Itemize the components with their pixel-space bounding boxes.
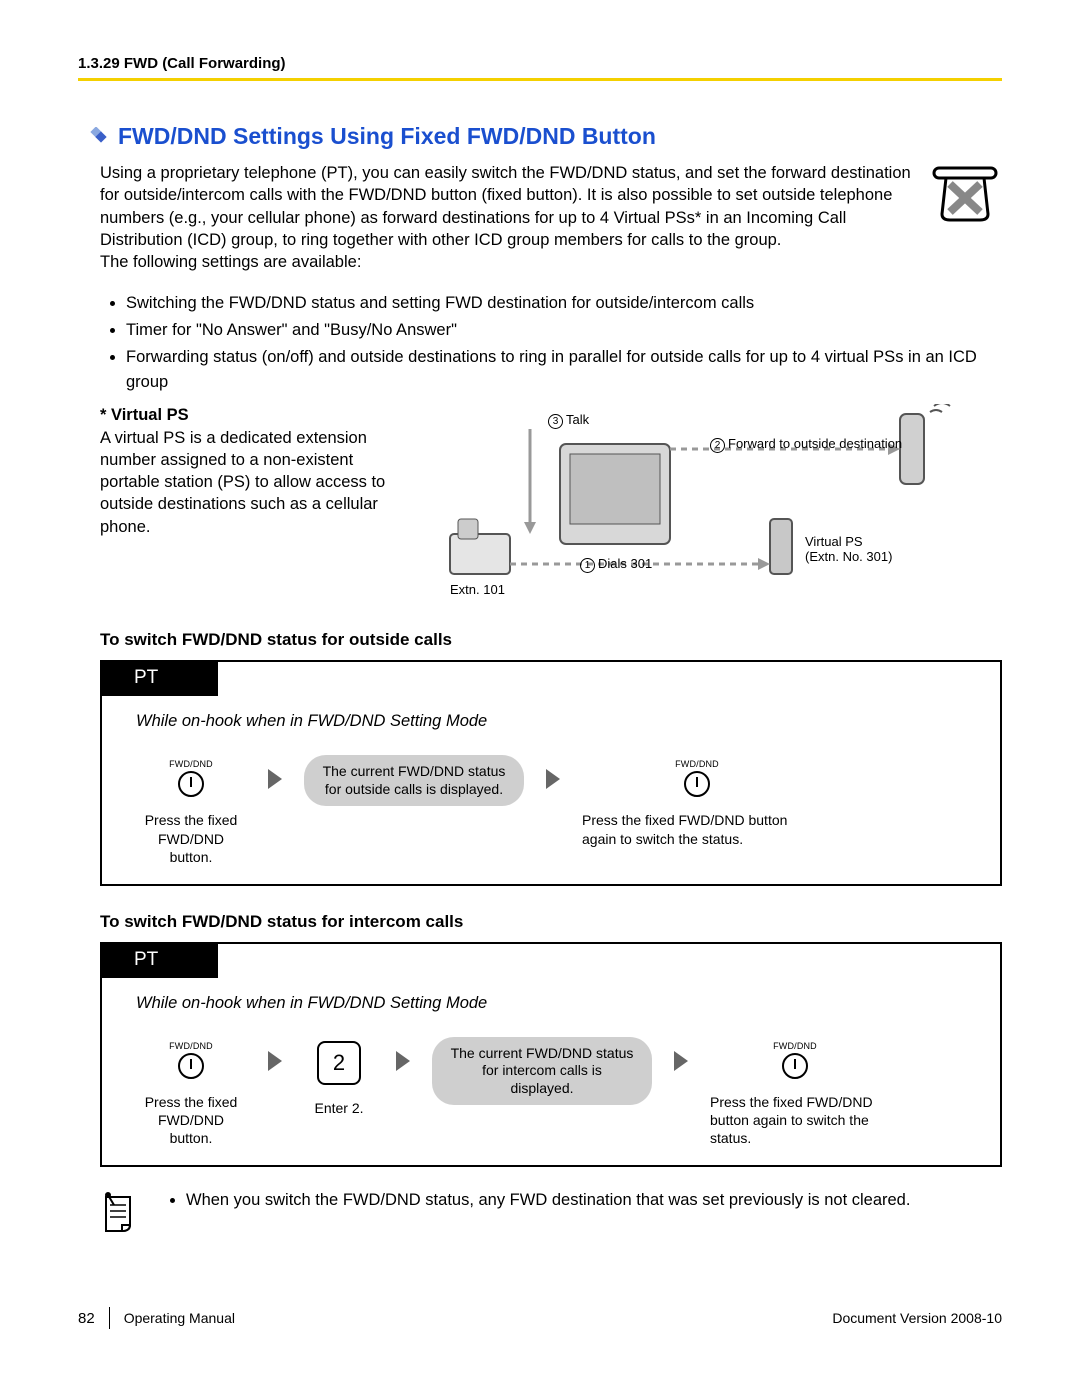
list-item: Switching the FWD/DND status and setting…: [126, 291, 1002, 316]
enter-2-caption: Enter 2.: [304, 1099, 374, 1117]
proc1-mode: While on-hook when in FWD/DND Setting Mo…: [136, 712, 980, 731]
diagram-dials-label: Dials 301: [598, 556, 652, 571]
diagram-step-1-icon: 1: [580, 558, 595, 573]
page-header: 1.3.29 FWD (Call Forwarding): [78, 55, 1002, 81]
status-display-pill: The current FWD/DND status for outside c…: [304, 755, 524, 806]
intro-paragraph: Using a proprietary telephone (PT), you …: [100, 162, 1002, 273]
diamond-bullet-icon: [88, 127, 108, 147]
fwd-dnd-label: FWD/DND: [582, 759, 812, 769]
footer-separator: [109, 1307, 110, 1329]
pt-tab: PT: [100, 942, 218, 978]
proc1-caption-right: Press the fixed FWD/DND button again to …: [582, 811, 812, 847]
page-number: 82: [78, 1310, 95, 1327]
fwd-dnd-button-step: FWD/DND Press the fixed FWD/DND button a…: [582, 759, 812, 847]
proc2-heading: To switch FWD/DND status for intercom ca…: [100, 912, 1002, 932]
diagram-vps-extn-label: (Extn. No. 301): [805, 549, 892, 564]
power-button-icon: [178, 771, 204, 797]
proc1-heading: To switch FWD/DND status for outside cal…: [100, 630, 1002, 650]
proc2-caption-left: Press the fixed FWD/DND button.: [136, 1093, 246, 1148]
page-footer: 82 Operating Manual Document Version 200…: [78, 1307, 1002, 1329]
document-version: Document Version 2008-10: [832, 1310, 1002, 1326]
fwd-dnd-label: FWD/DND: [710, 1041, 880, 1051]
proc1-caption-left: Press the fixed FWD/DND button.: [136, 811, 246, 866]
telephone-dnd-icon: [928, 164, 1002, 224]
arrow-right-icon: [268, 769, 282, 789]
note-paper-icon: [100, 1191, 140, 1237]
list-item: Forwarding status (on/off) and outside d…: [126, 345, 1002, 395]
proc2-mode: While on-hook when in FWD/DND Setting Mo…: [136, 994, 980, 1013]
pt-tab: PT: [100, 660, 218, 696]
note-text: When you switch the FWD/DND status, any …: [186, 1189, 910, 1211]
diagram-forward-label: Forward to outside destination: [728, 436, 902, 451]
diagram-step-2-icon: 2: [710, 438, 725, 453]
arrow-right-icon: [674, 1051, 688, 1071]
status-display-pill: The current FWD/DND status for intercom …: [432, 1037, 652, 1106]
virtual-ps-definition: * Virtual PS A virtual PS is a dedicated…: [100, 404, 400, 604]
proc1-box: PT While on-hook when in FWD/DND Setting…: [100, 660, 1002, 886]
diagram-vps-label: Virtual PS: [805, 534, 863, 549]
note-row: When you switch the FWD/DND status, any …: [100, 1189, 1002, 1237]
diagram-svg: [410, 404, 970, 604]
arrow-right-icon: [396, 1051, 410, 1071]
keypad-2-icon: 2: [317, 1041, 361, 1085]
power-button-icon: [684, 771, 710, 797]
intro-text: Using a proprietary telephone (PT), you …: [100, 164, 911, 249]
fwd-dnd-button-step: FWD/DND Press the fixed FWD/DND button a…: [710, 1041, 880, 1148]
enter-2-step: 2 Enter 2.: [304, 1041, 374, 1117]
power-button-icon: [178, 1053, 204, 1079]
diagram-extn101-label: Extn. 101: [450, 582, 505, 597]
list-item: Timer for "No Answer" and "Busy/No Answe…: [126, 318, 1002, 343]
arrow-right-icon: [268, 1051, 282, 1071]
diagram-talk-label: Talk: [566, 412, 589, 427]
section-heading: FWD/DND Settings Using Fixed FWD/DND But…: [88, 123, 1002, 150]
settings-list: Switching the FWD/DND status and setting…: [100, 291, 1002, 394]
virtual-ps-title: * Virtual PS: [100, 406, 189, 424]
arrow-right-icon: [546, 769, 560, 789]
virtual-ps-diagram: 3Talk 2Forward to outside destination 1D…: [410, 404, 1002, 604]
power-button-icon: [782, 1053, 808, 1079]
intro-follow: The following settings are available:: [100, 253, 361, 271]
fwd-dnd-button-step: FWD/DND Press the fixed FWD/DND button.: [136, 1041, 246, 1148]
section-title: FWD/DND Settings Using Fixed FWD/DND But…: [118, 123, 656, 150]
fwd-dnd-label: FWD/DND: [136, 759, 246, 769]
proc2-caption-right: Press the fixed FWD/DND button again to …: [710, 1093, 880, 1148]
diagram-step-3-icon: 3: [548, 414, 563, 429]
proc2-box: PT While on-hook when in FWD/DND Setting…: [100, 942, 1002, 1168]
manual-name: Operating Manual: [124, 1310, 235, 1326]
fwd-dnd-label: FWD/DND: [136, 1041, 246, 1051]
fwd-dnd-button-step: FWD/DND Press the fixed FWD/DND button.: [136, 759, 246, 866]
virtual-ps-text: A virtual PS is a dedicated extension nu…: [100, 429, 385, 536]
